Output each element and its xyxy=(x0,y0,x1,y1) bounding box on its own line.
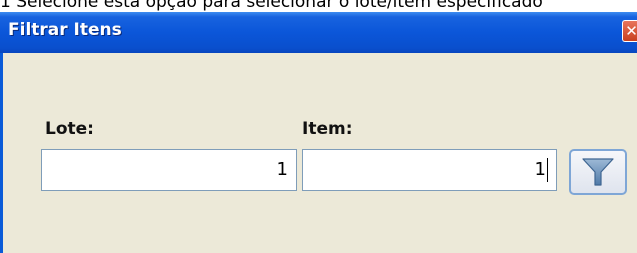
item-label: Item: xyxy=(302,119,353,139)
close-button[interactable]: ✕ xyxy=(622,20,637,42)
window-title: Filtrar Itens xyxy=(8,20,122,40)
filter-items-dialog: Filtrar Itens ✕ Lote: 1 Item: 1 xyxy=(0,12,637,253)
caption-text: 1 Selecione esta opção para selecionar o… xyxy=(0,0,543,12)
lote-input[interactable]: 1 xyxy=(41,149,297,191)
item-input[interactable]: 1 xyxy=(302,149,557,191)
title-bar[interactable]: Filtrar Itens ✕ xyxy=(0,12,637,53)
text-caret xyxy=(547,158,548,182)
filter-button[interactable] xyxy=(569,149,627,195)
filter-icon xyxy=(582,158,614,186)
lote-label: Lote: xyxy=(45,119,94,139)
item-value: 1 xyxy=(534,159,546,180)
dialog-body: Lote: 1 Item: 1 xyxy=(3,53,637,253)
lote-value: 1 xyxy=(276,159,288,180)
